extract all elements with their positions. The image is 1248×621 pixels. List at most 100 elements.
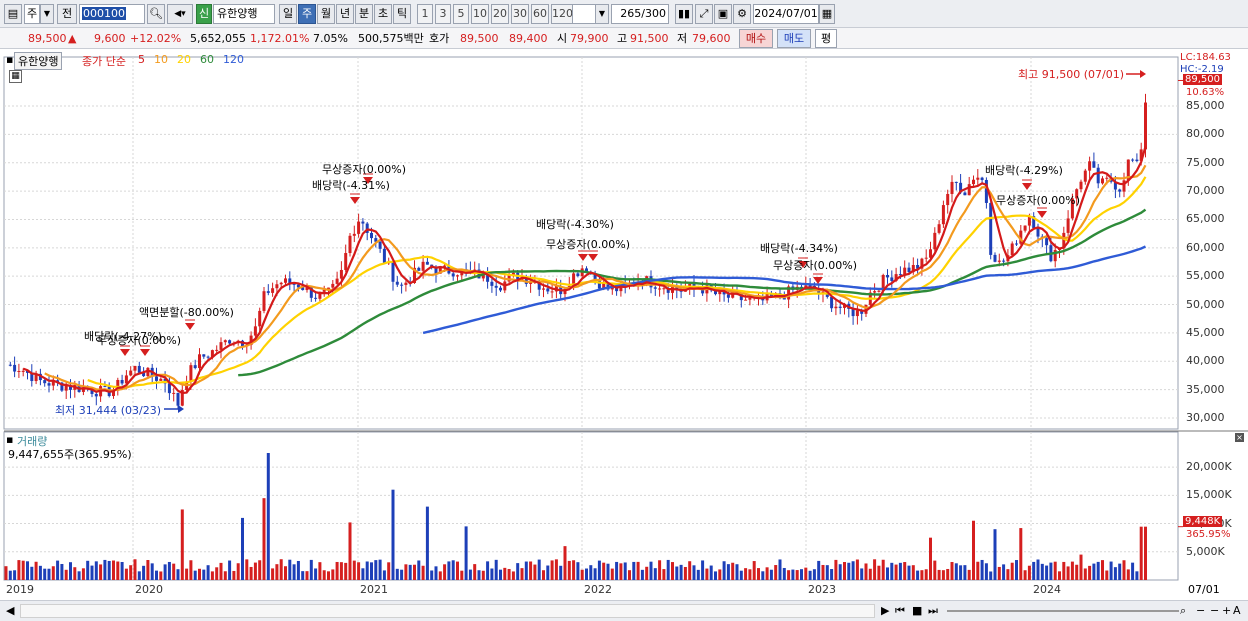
price-y-tick: 45,000	[1186, 325, 1225, 339]
candle-body	[64, 385, 68, 391]
low-value: 79,600	[692, 32, 731, 45]
candle-type-icon[interactable]: ▮▮	[675, 4, 693, 24]
chart-svg[interactable]	[0, 49, 1248, 600]
ma-title[interactable]: 종가 단순	[82, 53, 126, 69]
interval-0[interactable]: 일	[279, 4, 297, 24]
interval-4[interactable]: 분	[355, 4, 373, 24]
all-button[interactable]: 전	[57, 4, 77, 24]
volume-bar	[288, 559, 292, 580]
scroll-left-icon[interactable]: ◀	[6, 603, 14, 619]
volume-bar	[193, 570, 197, 580]
ma-legend-120[interactable]: 120	[223, 53, 244, 66]
ma-legend-10[interactable]: 10	[154, 53, 168, 66]
tick-number-6[interactable]: 60	[531, 4, 549, 24]
x-axis-label: 2021	[360, 583, 388, 596]
tick-number-7[interactable]: 120	[551, 4, 573, 24]
volume-bar	[202, 569, 206, 580]
candle-body	[417, 267, 421, 271]
volume-bar	[554, 559, 558, 580]
save-icon[interactable]: ▣	[714, 4, 732, 24]
buy-button[interactable]: 매수	[739, 29, 773, 48]
volume-bar	[589, 565, 593, 580]
x-axis-label: 2024	[1033, 583, 1061, 596]
rewind-icon[interactable]: ⏮	[895, 603, 905, 619]
chart-menu-icon[interactable]: ▤	[4, 4, 22, 24]
period-mode-select[interactable]: 주	[24, 4, 40, 24]
zoom-icon[interactable]: ⌕	[1180, 603, 1186, 619]
volume-bar	[335, 561, 339, 580]
turnover-value: 7.05%	[313, 32, 348, 45]
date-input[interactable]: 2024/07/01	[753, 4, 819, 24]
volume-bar	[180, 509, 184, 580]
volume-bar	[731, 562, 735, 580]
volume-bar	[911, 565, 915, 580]
calendar-icon[interactable]: ▦	[819, 4, 835, 24]
volume-bar	[1139, 526, 1143, 580]
stock-code-input[interactable]: 000100	[79, 4, 145, 24]
play-icon[interactable]: ▶	[881, 603, 889, 619]
gear-icon[interactable]: ⚙	[733, 4, 751, 24]
volume-bar	[137, 571, 141, 580]
zoom-slider-track[interactable]	[947, 610, 1179, 612]
volume-bar	[1079, 554, 1083, 580]
chevron-down-icon[interactable]: ▼	[595, 4, 609, 24]
text-size-icon[interactable]: A	[1233, 603, 1241, 619]
volume-bar	[550, 560, 554, 580]
grid-table-icon[interactable]: ▦	[9, 70, 22, 83]
volume-bar	[597, 560, 601, 580]
volume-bar	[1131, 562, 1135, 580]
ma-legend-20[interactable]: 20	[177, 53, 191, 66]
interval-5[interactable]: 초	[374, 4, 392, 24]
scroll-track[interactable]	[20, 604, 875, 618]
volume-bar	[615, 561, 619, 580]
close-icon[interactable]: ×	[1235, 433, 1244, 442]
candle-body	[284, 278, 287, 283]
tool-icon[interactable]: ⤢	[695, 4, 713, 24]
volume-bar	[546, 565, 550, 580]
tick-number-2[interactable]: 5	[453, 4, 469, 24]
volume-bar	[997, 566, 1001, 580]
interval-2[interactable]: 월	[317, 4, 335, 24]
tick-number-3[interactable]: 10	[471, 4, 489, 24]
volume-bar	[1096, 561, 1100, 580]
volume-bar	[1109, 561, 1113, 580]
volume-bar	[808, 570, 812, 580]
quote-bar: 89,500 ▲ 9,600 +12.02% 5,652,055 1,172.0…	[0, 28, 1248, 49]
volume-bar	[1045, 565, 1049, 580]
tick-number-4[interactable]: 20	[491, 4, 509, 24]
zoom-out-icon[interactable]: −	[1196, 603, 1205, 619]
amount-value: 500,575백만	[358, 32, 424, 45]
interval-3[interactable]: 년	[336, 4, 354, 24]
candle-body	[395, 281, 399, 285]
candle-body	[348, 235, 352, 254]
volume-bar	[787, 570, 791, 580]
plus-icon[interactable]: +	[1222, 603, 1231, 619]
sound-icon[interactable]: ◀▾	[167, 4, 193, 24]
interval-1[interactable]: 주	[298, 4, 316, 24]
volume-bar	[593, 568, 597, 580]
tick-number-5[interactable]: 30	[511, 4, 529, 24]
volume-value-label: 9,447,655주(365.95%)	[8, 448, 132, 461]
ma-legend-60[interactable]: 60	[200, 53, 214, 66]
stop-icon[interactable]: ■	[912, 603, 922, 619]
open-label: 시	[557, 32, 568, 45]
stock-tag[interactable]: 유한양행	[14, 52, 63, 70]
ma-legend-5[interactable]: 5	[138, 53, 145, 66]
count-field[interactable]: 265/300	[611, 4, 669, 24]
volume-bar	[1036, 559, 1040, 580]
interval-6[interactable]: 틱	[393, 4, 411, 24]
tick-number-0[interactable]: 1	[417, 4, 433, 24]
volume-bar	[623, 562, 627, 580]
date-value: 2024/07/01	[754, 7, 818, 20]
sell-button[interactable]: 매도	[777, 29, 811, 48]
chevron-down-icon[interactable]: ▼	[40, 4, 54, 24]
even-button[interactable]: 평	[815, 29, 837, 48]
volume-bar	[1135, 571, 1139, 580]
candle-body	[1101, 178, 1104, 184]
tick-number-1[interactable]: 3	[435, 4, 451, 24]
volume-bar	[778, 559, 782, 580]
search-icon[interactable]: 🔍︎	[147, 4, 165, 24]
minus-icon[interactable]: −	[1210, 603, 1219, 619]
forward-icon[interactable]: ⏭	[928, 603, 938, 619]
volume-bar	[21, 560, 25, 580]
